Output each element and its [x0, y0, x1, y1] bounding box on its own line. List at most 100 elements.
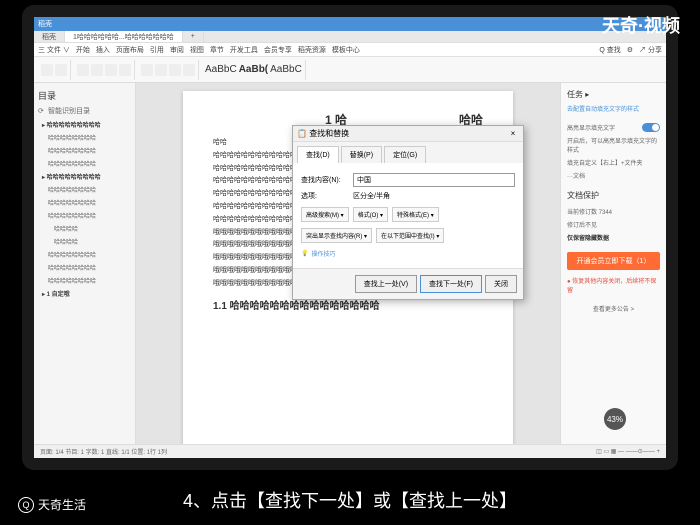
- revision-count: 当前修订数 7344: [567, 205, 660, 218]
- outline-item[interactable]: 哈哈哈哈哈哈哈哈: [38, 274, 131, 287]
- find-next-button[interactable]: 查找下一处(F): [420, 275, 482, 293]
- find-input[interactable]: [353, 173, 515, 187]
- tab-add[interactable]: +: [183, 31, 204, 42]
- tab-item[interactable]: 1哈哈哈哈哈哈...哈哈哈哈哈哈哈: [65, 31, 183, 42]
- outline-item[interactable]: 哈哈哈哈: [38, 222, 131, 235]
- brand-name: 天奇生活: [38, 496, 86, 513]
- toolbar: AaBbC AaBb( AaBbC: [34, 57, 666, 83]
- more-link[interactable]: 查看更多公告 >: [567, 302, 660, 315]
- status-info: 页面: 1/4 节目: 1 字数: 1 直线: 1/1 位置: 1行 1列: [40, 447, 167, 456]
- menu-resource[interactable]: 稻壳资源: [298, 45, 326, 55]
- menu-share[interactable]: ↗ 分享: [639, 45, 662, 55]
- caption-text: 4、点击【查找下一处】或【查找上一处】: [183, 487, 517, 513]
- tab-find[interactable]: 查找(D): [297, 146, 339, 163]
- outline-item[interactable]: 哈哈哈哈: [38, 235, 131, 248]
- task-sidebar: 任务 ▸ 去配置自动填充文字的样式 高亮显示填充文字 开启后，可以高亮显示填充文…: [560, 83, 666, 458]
- outline-sidebar: 目录 ⟳ 智能识别目录 ▸ 哈哈哈哈哈哈哈哈哈哈哈哈哈哈哈哈哈哈哈哈哈哈哈哈哈哈…: [34, 83, 136, 458]
- toolbar-font: [74, 60, 135, 80]
- outline-item[interactable]: ▸ 哈哈哈哈哈哈哈哈哈: [38, 170, 131, 183]
- options-value: 区分全/半角: [353, 191, 390, 201]
- outline-item[interactable]: 哈哈哈哈哈哈哈哈: [38, 157, 131, 170]
- align-left-icon[interactable]: [141, 64, 153, 76]
- outline-title: 目录: [38, 87, 131, 104]
- menu-reference[interactable]: 引用: [150, 45, 164, 55]
- dialog-titlebar: 📋 查找和替换 ×: [293, 126, 523, 142]
- color-icon[interactable]: [119, 64, 131, 76]
- toolbar-styles: AaBbC AaBb( AaBbC: [202, 60, 306, 80]
- protect-title: 文档保护: [567, 190, 660, 201]
- advanced-search-button[interactable]: 高级搜索(M) ▾: [301, 207, 349, 222]
- cut-icon[interactable]: [55, 64, 67, 76]
- watermark: 天奇·视频: [602, 12, 680, 38]
- menu-layout[interactable]: 页面布局: [116, 45, 144, 55]
- menu-bar: 三 文件 ∨ 开始 插入 页面布局 引用 审阅 视图 章节 开发工具 会员专享 …: [34, 43, 666, 57]
- close-icon[interactable]: ×: [507, 128, 519, 140]
- tip-link[interactable]: 操作技巧: [311, 249, 335, 258]
- app-name: 稻壳: [38, 19, 52, 29]
- caption-bar: 4、点击【查找下一处】或【查找上一处】: [0, 475, 700, 525]
- menu-settings[interactable]: ⚙: [627, 46, 633, 54]
- monitor-frame: 稻壳 稻壳 1哈哈哈哈哈哈...哈哈哈哈哈哈哈 + 三 文件 ∨ 开始 插入 页…: [22, 5, 678, 470]
- outline-item[interactable]: 哈哈哈哈哈哈哈哈: [38, 196, 131, 209]
- logo-icon: Q: [18, 497, 34, 513]
- find-prev-button[interactable]: 查找上一处(V): [355, 275, 417, 293]
- screen: 稻壳 稻壳 1哈哈哈哈哈哈...哈哈哈哈哈哈哈 + 三 文件 ∨ 开始 插入 页…: [34, 17, 666, 458]
- style-normal[interactable]: AaBbC: [205, 64, 237, 75]
- menu-review[interactable]: 审阅: [170, 45, 184, 55]
- status-zoom[interactable]: ◫ ▭ ▦ — ——⊙—— +: [596, 448, 660, 455]
- menu-chapter[interactable]: 章节: [210, 45, 224, 55]
- find-label: 查找内容(N):: [301, 175, 349, 185]
- menu-dev[interactable]: 开发工具: [230, 45, 258, 55]
- underline-icon[interactable]: [105, 64, 117, 76]
- menu-file[interactable]: 三 文件 ∨: [38, 45, 70, 55]
- dialog-title-text: 📋 查找和替换: [297, 128, 349, 139]
- outline-item[interactable]: 哈哈哈哈哈哈哈哈: [38, 261, 131, 274]
- brand-logo: Q 天奇生活: [18, 496, 86, 513]
- outline-item[interactable]: 哈哈哈哈哈哈哈哈: [38, 248, 131, 261]
- task-item: ···文档: [567, 169, 660, 182]
- bold-icon[interactable]: [77, 64, 89, 76]
- highlight-button[interactable]: 突出显示查找内容(R) ▾: [301, 228, 372, 243]
- align-center-icon[interactable]: [155, 64, 167, 76]
- progress-badge: 43%: [604, 408, 626, 430]
- special-format-button[interactable]: 特殊格式(E) ▾: [392, 207, 439, 222]
- outline-item[interactable]: 哈哈哈哈哈哈哈哈: [38, 183, 131, 196]
- highlight-toggle[interactable]: [642, 123, 660, 132]
- menu-insert[interactable]: 插入: [96, 45, 110, 55]
- task-link[interactable]: 去配置自动填充文字的样式: [567, 104, 660, 113]
- menu-member[interactable]: 会员专享: [264, 45, 292, 55]
- paste-icon[interactable]: [41, 64, 53, 76]
- menu-template[interactable]: 模板中心: [332, 45, 360, 55]
- list-icon[interactable]: [183, 64, 195, 76]
- format-button[interactable]: 格式(O) ▾: [353, 207, 388, 222]
- menu-start[interactable]: 开始: [76, 45, 90, 55]
- outline-subtitle[interactable]: ⟳ 智能识别目录: [38, 104, 131, 118]
- outline-item[interactable]: 哈哈哈哈哈哈哈哈: [38, 131, 131, 144]
- outline-item[interactable]: ▸ 1 自定哦: [38, 287, 131, 300]
- tab-goto[interactable]: 定位(G): [384, 146, 426, 163]
- task-item: 填充自定义【右上】+文件夹: [567, 156, 660, 169]
- tab-item[interactable]: 稻壳: [34, 31, 65, 42]
- outline-item[interactable]: ▸ 哈哈哈哈哈哈哈哈哈: [38, 118, 131, 131]
- style-heading1[interactable]: AaBb(: [239, 64, 268, 75]
- close-button[interactable]: 关闭: [485, 275, 517, 293]
- toolbar-para: [138, 60, 199, 80]
- dialog-tabs: 查找(D) 替换(P) 定位(G): [293, 142, 523, 163]
- menu-search[interactable]: Q 查找: [599, 45, 620, 55]
- menu-view[interactable]: 视图: [190, 45, 204, 55]
- style-heading2[interactable]: AaBbC: [270, 64, 302, 75]
- protect-item: 仅保留隐藏数据: [567, 231, 660, 244]
- find-range-button[interactable]: 在以下范围中查找(I) ▾: [376, 228, 444, 243]
- find-replace-dialog: 📋 查找和替换 × 查找(D) 替换(P) 定位(G) 查找内容(N): 选项:…: [292, 125, 524, 300]
- refresh-icon: ⟳: [38, 107, 46, 115]
- toolbar-clipboard: [38, 60, 71, 80]
- align-right-icon[interactable]: [169, 64, 181, 76]
- tab-replace[interactable]: 替换(P): [341, 146, 382, 163]
- footer-warning: ● 恢复其他内容关闭，后续将不保留: [567, 274, 660, 296]
- member-download-button[interactable]: 开通会员立即下载（1）: [567, 252, 660, 270]
- lightbulb-icon: 💡: [301, 250, 308, 257]
- outline-item[interactable]: 哈哈哈哈哈哈哈哈: [38, 144, 131, 157]
- dialog-footer: 查找上一处(V) 查找下一处(F) 关闭: [293, 268, 523, 299]
- italic-icon[interactable]: [91, 64, 103, 76]
- outline-item[interactable]: 哈哈哈哈哈哈哈哈: [38, 209, 131, 222]
